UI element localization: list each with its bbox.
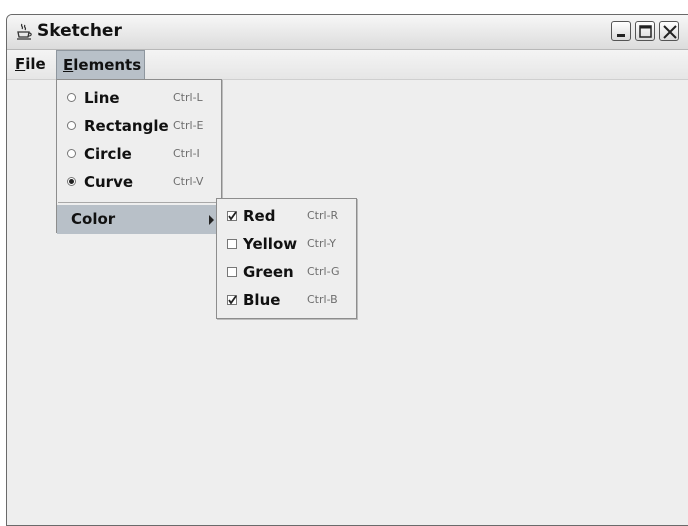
minimize-icon [617,34,625,37]
menu-elements[interactable]: Elements [56,50,145,79]
close-button[interactable] [659,21,679,41]
close-icon [663,25,677,39]
minimize-button[interactable] [611,21,631,41]
maximize-icon [639,25,652,38]
sketcher-window: Sketcher File Elements Line Ctrl-L Recta… [6,14,688,526]
menu-file[interactable]: File [9,50,52,79]
menu-file-mnemonic: F [15,55,26,73]
window-title: Sketcher [37,21,122,41]
drawing-canvas[interactable] [7,80,688,525]
maximize-button[interactable] [635,21,655,41]
title-bar[interactable]: Sketcher [7,15,688,50]
menu-bar: File Elements [7,50,688,80]
menu-file-label: ile [25,55,46,73]
java-coffee-cup-icon [17,23,32,40]
menu-elements-label: lements [73,56,142,74]
menu-elements-mnemonic: E [63,56,74,74]
